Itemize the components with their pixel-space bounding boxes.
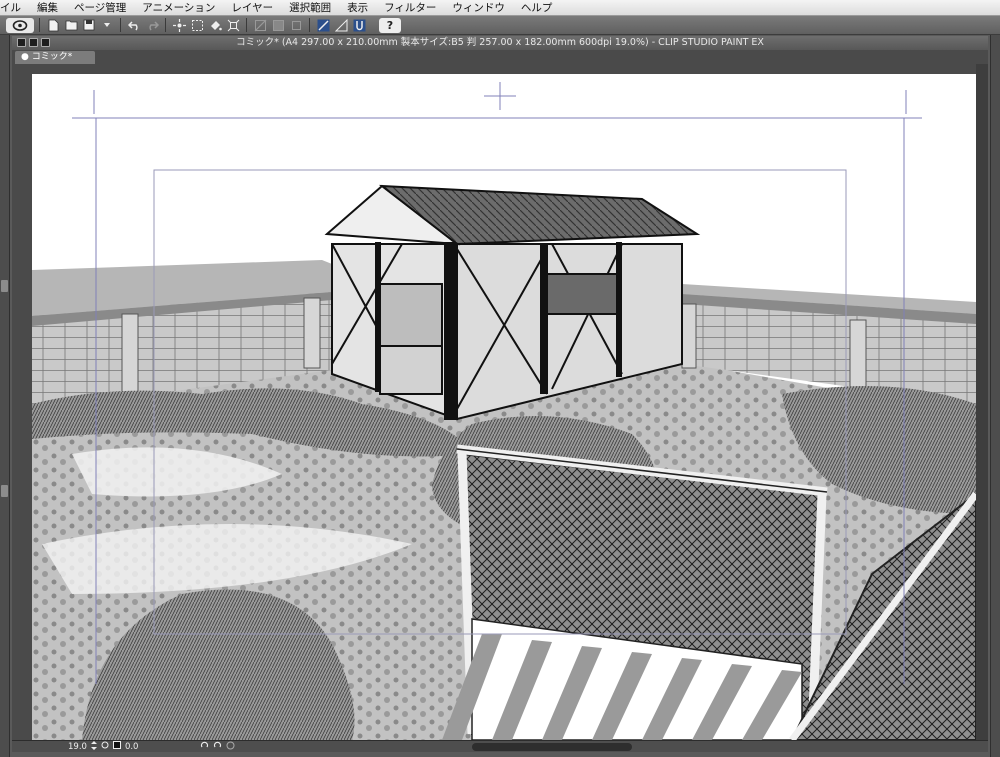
clip-studio-icon[interactable] bbox=[6, 17, 34, 33]
undo-icon[interactable] bbox=[126, 18, 142, 33]
menu-page-management[interactable]: ページ管理 bbox=[66, 0, 134, 16]
fill-icon[interactable] bbox=[207, 18, 223, 33]
outline-icon[interactable] bbox=[288, 18, 304, 33]
menu-bar: イル 編集 ページ管理 アニメーション レイヤー 選択範囲 表示 フィルター ウ… bbox=[0, 0, 1000, 16]
toolbar-separator bbox=[165, 18, 166, 32]
menu-window[interactable]: ウィンドウ bbox=[444, 0, 513, 16]
help-button[interactable]: ? bbox=[379, 17, 401, 33]
redo-icon[interactable] bbox=[144, 18, 160, 33]
rotate-left-icon[interactable] bbox=[200, 741, 209, 752]
menu-help[interactable]: ヘルプ bbox=[513, 0, 561, 16]
toolbar-separator bbox=[246, 18, 247, 32]
reset-rotation-icon[interactable] bbox=[226, 741, 235, 753]
fit-view-icon[interactable] bbox=[101, 741, 109, 752]
toolbar-separator bbox=[39, 18, 40, 32]
ruler-icon[interactable] bbox=[315, 18, 331, 33]
command-bar: ? bbox=[0, 16, 1000, 35]
snap-icon[interactable] bbox=[351, 18, 367, 33]
toolbar-separator bbox=[309, 18, 310, 32]
menu-filter[interactable]: フィルター bbox=[376, 0, 444, 16]
comic-page-canvas[interactable] bbox=[32, 74, 976, 740]
horizontal-scrollbar[interactable] bbox=[472, 743, 632, 751]
rotate-right-icon[interactable] bbox=[213, 741, 222, 752]
status-bar: 19.0 0.0 bbox=[12, 740, 988, 752]
transform-icon[interactable] bbox=[171, 18, 187, 33]
menu-selection[interactable]: 選択範囲 bbox=[281, 0, 339, 16]
new-file-icon[interactable] bbox=[45, 18, 61, 33]
zoom-level[interactable]: 19.0 bbox=[68, 742, 87, 752]
perspective-icon[interactable] bbox=[333, 18, 349, 33]
document-tab[interactable]: ● コミック* bbox=[15, 51, 95, 64]
selection-icon[interactable] bbox=[189, 18, 205, 33]
menu-view[interactable]: 表示 bbox=[339, 0, 376, 16]
minimize-window-button[interactable] bbox=[29, 38, 38, 47]
actual-size-icon[interactable] bbox=[112, 741, 121, 752]
canvas-area[interactable] bbox=[12, 64, 988, 740]
open-file-icon[interactable] bbox=[63, 18, 79, 33]
toolbar-separator bbox=[120, 18, 121, 32]
panel-handle[interactable] bbox=[1, 280, 8, 292]
right-panel-strip bbox=[990, 35, 1000, 757]
window-title-text: コミック* (A4 297.00 x 210.00mm 製本サイズ:B5 判 2… bbox=[236, 37, 764, 48]
menu-file[interactable]: イル bbox=[0, 0, 29, 16]
menu-layer[interactable]: レイヤー bbox=[223, 0, 281, 16]
panel-handle[interactable] bbox=[1, 485, 8, 497]
window-controls bbox=[17, 38, 50, 47]
close-window-button[interactable] bbox=[17, 38, 26, 47]
zoom-stepper-icon[interactable] bbox=[90, 740, 97, 753]
rotation-angle[interactable]: 0.0 bbox=[125, 742, 139, 752]
maximize-window-button[interactable] bbox=[41, 38, 50, 47]
save-dropdown-icon[interactable] bbox=[99, 18, 115, 33]
menu-edit[interactable]: 編集 bbox=[29, 0, 66, 16]
document-tab-bar: ● コミック* bbox=[12, 50, 988, 64]
vertical-scrollbar[interactable] bbox=[976, 64, 988, 740]
layer-icon[interactable] bbox=[252, 18, 268, 33]
save-icon[interactable] bbox=[81, 18, 97, 33]
canvas-window-title: コミック* (A4 297.00 x 210.00mm 製本サイズ:B5 判 2… bbox=[12, 36, 988, 50]
mask-icon[interactable] bbox=[270, 18, 286, 33]
expand-icon[interactable] bbox=[225, 18, 241, 33]
menu-animation[interactable]: アニメーション bbox=[134, 0, 223, 16]
left-panel-strip bbox=[0, 35, 10, 757]
manga-artwork bbox=[32, 74, 976, 740]
